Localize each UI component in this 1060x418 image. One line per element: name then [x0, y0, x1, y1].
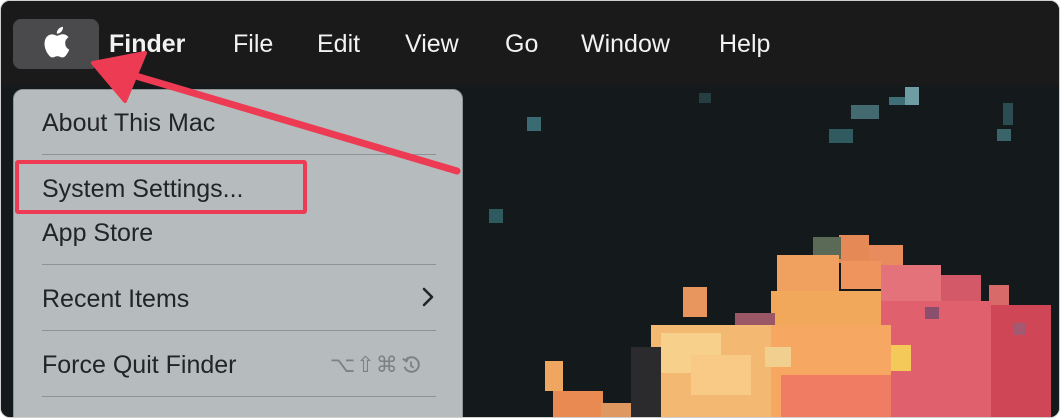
- undo-circle-icon: [399, 352, 421, 377]
- menu-window[interactable]: Window: [581, 27, 670, 61]
- menu-item-app-store[interactable]: App Store: [42, 217, 153, 249]
- menu-item-recent-items[interactable]: Recent Items: [42, 283, 189, 315]
- screenshot-frame: Finder File Edit View Go Window Help Abo…: [0, 0, 1060, 418]
- menu-view[interactable]: View: [405, 27, 459, 61]
- menu-bar: Finder File Edit View Go Window Help: [1, 1, 1059, 85]
- menu-file[interactable]: File: [233, 27, 273, 61]
- apple-menu-button[interactable]: [13, 19, 99, 69]
- app-name-finder[interactable]: Finder: [109, 27, 185, 61]
- force-quit-shortcut: ⌥⇧⌘: [330, 350, 421, 380]
- menu-separator: [42, 396, 436, 397]
- chevron-right-icon: [418, 286, 438, 308]
- menu-separator: [42, 154, 436, 155]
- menu-separator: [42, 264, 436, 265]
- shortcut-keys: ⌥⇧⌘: [330, 352, 399, 377]
- menu-item-about-this-mac[interactable]: About This Mac: [42, 107, 215, 139]
- apple-logo-icon: [42, 26, 70, 63]
- apple-menu-dropdown: About This Mac System Settings... App St…: [13, 89, 463, 417]
- menu-help[interactable]: Help: [719, 27, 770, 61]
- menu-go[interactable]: Go: [505, 27, 538, 61]
- menu-item-force-quit-finder[interactable]: Force Quit Finder: [42, 349, 237, 381]
- menu-separator: [42, 330, 436, 331]
- menu-edit[interactable]: Edit: [317, 27, 360, 61]
- highlight-box: [15, 160, 307, 214]
